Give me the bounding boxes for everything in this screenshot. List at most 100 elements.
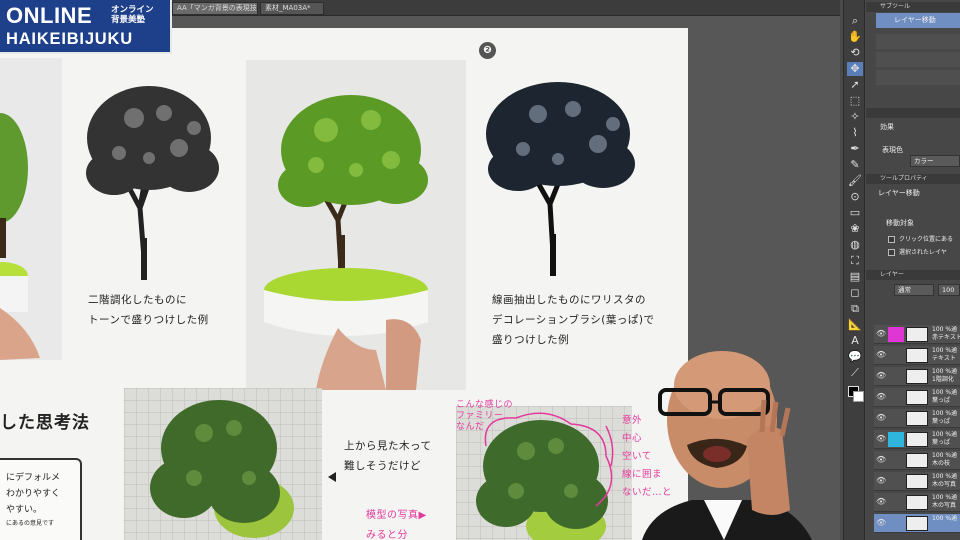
tool-property-name: レイヤー移動 bbox=[878, 189, 920, 197]
section-heading: した思考法 bbox=[0, 413, 90, 433]
step-marker-2: ❷ bbox=[479, 42, 496, 59]
balloon-tool-icon[interactable]: 💬 bbox=[847, 350, 863, 364]
tree-color-illustration bbox=[264, 95, 428, 390]
tab-document-2[interactable]: 素材_MA03A* bbox=[260, 2, 324, 15]
layer-color-tag bbox=[888, 495, 904, 510]
caption-line: 二階調化したものに bbox=[88, 294, 187, 306]
tool-property-header: ツールプロパティ bbox=[866, 174, 960, 184]
layer-row[interactable]: 👁 100 %通 1階調化 bbox=[874, 367, 960, 386]
eye-icon[interactable]: 👁 bbox=[876, 476, 886, 486]
caption-grayscale: 二階調化したものに トーンで盛りつけした例 bbox=[88, 290, 209, 330]
layer-row[interactable]: 👁 100 %通 葉っぱ bbox=[874, 430, 960, 449]
eyedropper-tool-icon[interactable]: ⌇ bbox=[847, 126, 863, 140]
note-line: にデフォルメ bbox=[6, 473, 61, 483]
option-label-1: クリック位置にある bbox=[899, 236, 954, 243]
layer-thumbnail bbox=[906, 348, 928, 363]
auto-select-tool-icon[interactable]: ✧ bbox=[847, 110, 863, 124]
layer-row[interactable]: 👁 100 %通 葉っぱ bbox=[874, 388, 960, 407]
caption-line: 線画抽出したものにワリスタの bbox=[492, 294, 646, 306]
selection-tool-icon[interactable]: ⬚ bbox=[847, 94, 863, 108]
eye-icon[interactable]: 👁 bbox=[876, 455, 886, 465]
subtool-item[interactable] bbox=[876, 34, 960, 49]
tree-photo-illustration bbox=[0, 113, 40, 360]
eye-icon[interactable]: 👁 bbox=[876, 434, 886, 444]
layer-row[interactable]: 👁 100 %通 葉っぱ bbox=[874, 409, 960, 428]
text-tool-icon[interactable]: A bbox=[847, 334, 863, 348]
rotate-tool-icon[interactable]: ⟲ bbox=[847, 46, 863, 60]
effects-panel-header bbox=[866, 108, 960, 118]
eye-icon[interactable]: 👁 bbox=[876, 518, 886, 528]
caption-line: ファミリー bbox=[456, 411, 504, 421]
logo-title: ONLINE bbox=[6, 3, 93, 28]
subtool-move-layer[interactable]: レイヤー移動 bbox=[876, 13, 960, 28]
logo-jp-line: オンライン bbox=[111, 5, 154, 15]
caption-model-photo: 模型の写真▶ みると分 bbox=[366, 506, 427, 540]
note-line: やすい。 bbox=[6, 505, 43, 515]
document-canvas[interactable]: ❷ 二階調化したものに トーンで盛りつけした例 線画抽出したものにワリスタの デ… bbox=[0, 28, 688, 540]
option-checkbox-2[interactable] bbox=[888, 249, 895, 256]
sub-color-swatch[interactable] bbox=[853, 391, 864, 402]
opacity-field[interactable]: 100 bbox=[938, 284, 960, 296]
airbrush-tool-icon[interactable]: ⊙ bbox=[847, 190, 863, 204]
note-line: わかりやすく bbox=[6, 489, 61, 499]
caption-line: 上から見た木って bbox=[344, 440, 432, 452]
caption-line: トーンで盛りつけした例 bbox=[88, 314, 209, 326]
expression-color-label: 表現色 bbox=[882, 146, 903, 154]
pen-tool-icon[interactable]: ✒ bbox=[847, 142, 863, 156]
zoom-tool-icon[interactable]: ⌕ bbox=[847, 14, 863, 28]
layer-name: 100 %通 木の枝 bbox=[932, 452, 958, 467]
eye-icon[interactable]: 👁 bbox=[876, 350, 886, 360]
caption-line: 盛りつけした例 bbox=[492, 334, 570, 346]
note-line: にあるの意見です bbox=[6, 520, 55, 527]
eye-icon[interactable]: 👁 bbox=[876, 497, 886, 507]
eye-icon[interactable]: 👁 bbox=[876, 392, 886, 402]
caption-line: 難しそうだけど bbox=[344, 460, 421, 472]
caption-line: みると分 bbox=[366, 530, 408, 540]
layer-row[interactable]: 👁 100 %通 木の写真 bbox=[874, 472, 960, 491]
layer-color-tag bbox=[888, 348, 904, 363]
layer-thumbnail bbox=[906, 327, 928, 342]
layer-row[interactable]: 👁 100 %通 テキスト bbox=[874, 346, 960, 365]
layer-name: 100 %通 葉っぱ bbox=[932, 389, 958, 404]
brush-tool-icon[interactable]: 🖌 bbox=[847, 174, 863, 188]
move-layer-tool-icon[interactable]: ✥ bbox=[847, 62, 863, 76]
layer-name: 100 %通 1階調化 bbox=[932, 368, 958, 383]
tab-label: 素材_MA03A* bbox=[265, 4, 311, 12]
layer-name: 100 %通 赤テキスト bbox=[932, 326, 960, 341]
layer-color-tag bbox=[888, 411, 904, 426]
layer-row[interactable]: 👁 100 %通 bbox=[874, 514, 960, 533]
photo-tree-on-grid bbox=[124, 388, 322, 540]
subtool-item[interactable] bbox=[876, 70, 960, 85]
layer-row[interactable]: 👁 100 %通 木の写真 bbox=[874, 493, 960, 512]
effects-label: 効果 bbox=[880, 123, 894, 131]
layer-row[interactable]: 👁 100 %通 木の枝 bbox=[874, 451, 960, 470]
decoration-tool-icon[interactable]: ❀ bbox=[847, 222, 863, 236]
grid-tree-illustration bbox=[124, 388, 322, 540]
eye-icon[interactable]: 👁 bbox=[876, 329, 886, 339]
blend-tool-icon[interactable]: ◍ bbox=[847, 238, 863, 252]
operation-tool-icon[interactable]: ➚ bbox=[847, 78, 863, 92]
ruler-tool-icon[interactable]: 📐 bbox=[847, 318, 863, 332]
layer-thumbnail bbox=[906, 390, 928, 405]
layer-thumbnail bbox=[906, 369, 928, 384]
frame-tool-icon[interactable]: ⧉ bbox=[847, 302, 863, 316]
eye-icon[interactable]: 👁 bbox=[876, 413, 886, 423]
eraser-tool-icon[interactable]: ▭ bbox=[847, 206, 863, 220]
figure-tool-icon[interactable]: ◻ bbox=[847, 286, 863, 300]
photo-tree-decoration-brush bbox=[478, 64, 648, 284]
layer-color-tag bbox=[888, 453, 904, 468]
tab-document-1[interactable]: AA「マンガ背景の表現技法」4* bbox=[172, 2, 258, 15]
hand-tool-icon[interactable]: ✋ bbox=[847, 30, 863, 44]
option-checkbox-1[interactable] bbox=[888, 236, 895, 243]
fill-tool-icon[interactable]: ⛶ bbox=[847, 254, 863, 268]
presenter-illustration bbox=[642, 351, 812, 540]
eye-icon[interactable]: 👁 bbox=[876, 371, 886, 381]
expression-color-button[interactable]: カラー bbox=[910, 155, 960, 167]
correction-tool-icon[interactable]: ⟋ bbox=[847, 366, 863, 380]
subtool-item[interactable] bbox=[876, 52, 960, 67]
layer-row[interactable]: 👁 100 %通 赤テキスト bbox=[874, 325, 960, 344]
pencil-tool-icon[interactable]: ✎ bbox=[847, 158, 863, 172]
blend-mode-select[interactable]: 通常 bbox=[894, 284, 934, 296]
gradient-tool-icon[interactable]: ▤ bbox=[847, 270, 863, 284]
layer-name: 100 %通 木の写真 bbox=[932, 494, 958, 509]
